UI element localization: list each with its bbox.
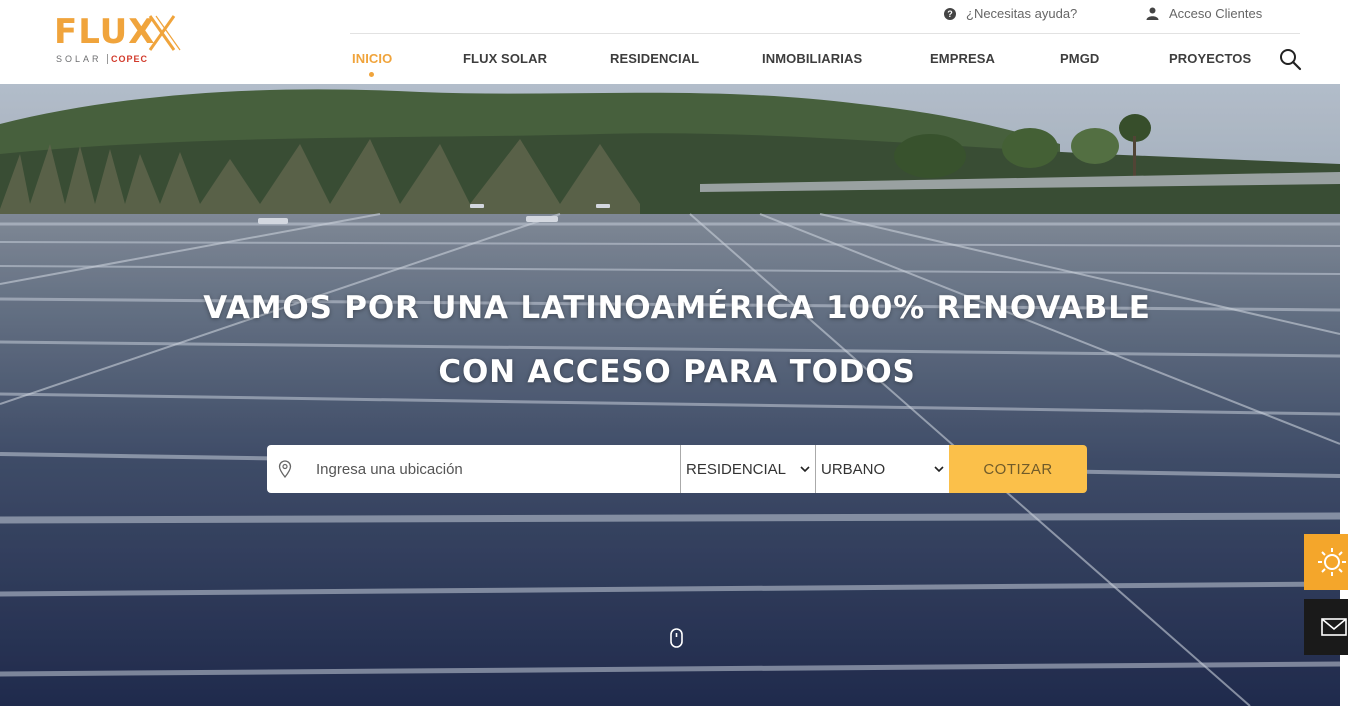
zone-select[interactable]: URBANO xyxy=(815,445,949,493)
utility-bar: ? ¿Necesitas ayuda? Acceso Clientes xyxy=(350,0,1300,34)
nav-item-inmobiliarias[interactable]: INMOBILIARIAS xyxy=(762,51,862,66)
sun-icon xyxy=(1318,548,1346,576)
active-indicator xyxy=(369,72,374,77)
location-field xyxy=(267,445,680,493)
help-link[interactable]: ? ¿Necesitas ayuda? xyxy=(944,6,1077,21)
main-nav: INICIO FLUX SOLAR RESIDENCIAL INMOBILIAR… xyxy=(0,48,1348,77)
location-input[interactable] xyxy=(316,460,666,478)
client-access-link[interactable]: Acceso Clientes xyxy=(1146,6,1262,21)
contact-mail-button[interactable] xyxy=(1304,599,1348,655)
logo-wordmark: FLUX xyxy=(54,12,156,52)
map-pin-icon xyxy=(278,460,292,478)
user-icon xyxy=(1146,7,1159,20)
nav-item-empresa[interactable]: EMPRESA xyxy=(930,51,995,66)
client-access-label: Acceso Clientes xyxy=(1169,6,1263,21)
solar-panels-background xyxy=(0,84,1340,706)
chevron-down-icon xyxy=(800,466,810,473)
nav-item-flux-solar[interactable]: FLUX SOLAR xyxy=(463,51,547,66)
mail-icon xyxy=(1321,618,1347,636)
property-type-value: RESIDENCIAL xyxy=(686,460,787,478)
zone-value: URBANO xyxy=(821,460,886,478)
mouse-scroll-icon[interactable] xyxy=(670,628,683,648)
cotizar-button[interactable]: COTIZAR xyxy=(949,445,1087,493)
solar-calculator-button[interactable] xyxy=(1304,534,1348,590)
property-type-select[interactable]: RESIDENCIAL xyxy=(680,445,815,493)
nav-item-residencial[interactable]: RESIDENCIAL xyxy=(610,51,699,66)
quote-form: RESIDENCIAL URBANO COTIZAR xyxy=(267,445,1087,493)
help-label: ¿Necesitas ayuda? xyxy=(966,6,1078,21)
nav-item-proyectos[interactable]: PROYECTOS xyxy=(1169,51,1251,66)
site-header: FLUX SOLAR COPEC ? ¿Necesitas ayuda? Acc… xyxy=(0,0,1348,84)
chevron-down-icon xyxy=(934,466,944,473)
hero-banner: VAMOS POR UNA LATINOAMÉRICA 100% RENOVAB… xyxy=(0,84,1340,706)
nav-item-pmgd[interactable]: PMGD xyxy=(1060,51,1099,66)
question-circle-icon: ? xyxy=(944,7,956,20)
hero-title-line2: CON ACCESO PARA TODOS xyxy=(438,354,916,390)
hero-title-line1: VAMOS POR UNA LATINOAMÉRICA 100% RENOVAB… xyxy=(203,290,1151,326)
search-icon[interactable] xyxy=(1278,47,1302,71)
nav-item-inicio[interactable]: INICIO xyxy=(352,51,392,66)
